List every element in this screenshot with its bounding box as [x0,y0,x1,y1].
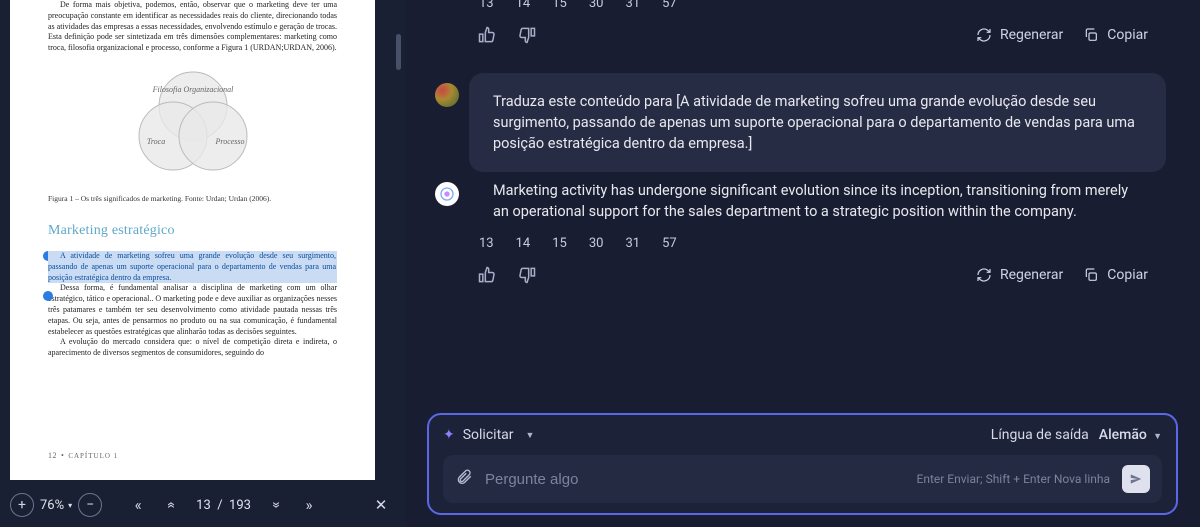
thumbs-down-icon[interactable] [517,25,537,45]
sparkle-icon: ✦ [443,427,455,443]
pdf-page: De forma mais objetiva, podemos, então, … [10,0,375,480]
copy-button[interactable]: Copiar [1083,27,1148,43]
output-lang-label: Língua de saída [991,427,1089,443]
page-ref[interactable]: 15 [552,0,567,11]
thumbs-up-icon[interactable] [477,25,497,45]
page-ref[interactable]: 30 [589,0,604,11]
next-page-button[interactable]: « [261,491,289,519]
page-ref[interactable]: 15 [552,236,567,251]
last-page-button[interactable]: » [295,491,323,519]
attach-icon[interactable] [455,468,473,490]
scrollbar-thumb[interactable] [396,34,401,70]
zoom-out-button[interactable]: − [78,493,102,517]
doc-paragraph: De forma mais objetiva, podemos, então, … [48,0,337,54]
page-ref[interactable]: 57 [662,0,677,11]
selection-handle-end[interactable] [43,291,53,301]
figure-caption: Figura 1 – Os três significados de marke… [48,194,337,204]
page-ref[interactable]: 14 [516,236,531,251]
doc-paragraph: Dessa forma, é fundamental analisar a di… [48,283,337,337]
thumbs-down-icon[interactable] [517,265,537,285]
venn-diagram: Filosofia Organizacional Troca Processo [48,54,337,190]
thumbs-up-icon[interactable] [477,265,497,285]
regenerate-button[interactable]: Regenerar [976,27,1063,43]
page-ref[interactable]: 31 [626,0,641,11]
ai-avatar-icon [439,186,455,202]
venn-label-left: Troca [146,137,164,146]
doc-paragraph: A evolução do mercado considera que: o n… [48,337,337,359]
page-ref[interactable]: 30 [589,236,604,251]
page-refs: 13 14 15 30 31 57 [417,236,1188,259]
composer-mode-select[interactable]: ✦ Solicitar▼ [443,427,534,443]
page-ref[interactable]: 57 [662,236,677,251]
page-ref[interactable]: 13 [479,0,494,11]
page-ref[interactable]: 13 [479,236,494,251]
venn-label-top: Filosofia Organizacional [151,85,234,94]
conversation: 13 14 15 30 31 57 Regenerar Copiar Tradu… [417,0,1188,407]
prev-page-button[interactable]: « [158,491,186,519]
ai-message: Marketing activity has undergone signifi… [469,180,1166,222]
page-ref[interactable]: 31 [626,236,641,251]
output-lang-select[interactable]: Alemão ▼ [1099,427,1162,443]
page-ref[interactable]: 14 [516,0,531,11]
zoom-level[interactable]: 76%▾ [40,498,72,513]
first-page-button[interactable]: « [124,491,152,519]
venn-label-right: Processo [214,137,244,146]
close-button[interactable]: ✕ [367,491,395,519]
chat-input[interactable] [485,471,905,488]
copy-button[interactable]: Copiar [1083,267,1148,283]
regenerate-button[interactable]: Regenerar [976,267,1063,283]
composer: ✦ Solicitar▼ Língua de saída Alemão ▼ En… [427,413,1178,515]
chat-pane: 13 14 15 30 31 57 Regenerar Copiar Tradu… [405,0,1200,527]
page-refs: 13 14 15 30 31 57 [417,0,1188,19]
zoom-in-button[interactable]: + [10,493,34,517]
message-actions: Regenerar Copiar [417,19,1188,63]
section-title: Marketing estratégico [48,222,337,241]
message-actions: Regenerar Copiar [417,259,1188,293]
page-indicator[interactable]: 13 / 193 [192,498,255,513]
pdf-pane: De forma mais objetiva, podemos, então, … [0,0,405,527]
pdf-toolbar: + 76%▾ − « « 13 / 193 « » ✕ [0,483,405,527]
send-button[interactable] [1122,465,1150,493]
user-message: Traduza este conteúdo para [A atividade … [469,73,1166,172]
highlighted-text[interactable]: A atividade de marketing sofreu uma gran… [48,251,337,283]
input-hint: Enter Enviar; Shift + Enter Nova linha [917,472,1111,486]
page-footer: 12•CAPÍTULO 1 [48,451,118,462]
